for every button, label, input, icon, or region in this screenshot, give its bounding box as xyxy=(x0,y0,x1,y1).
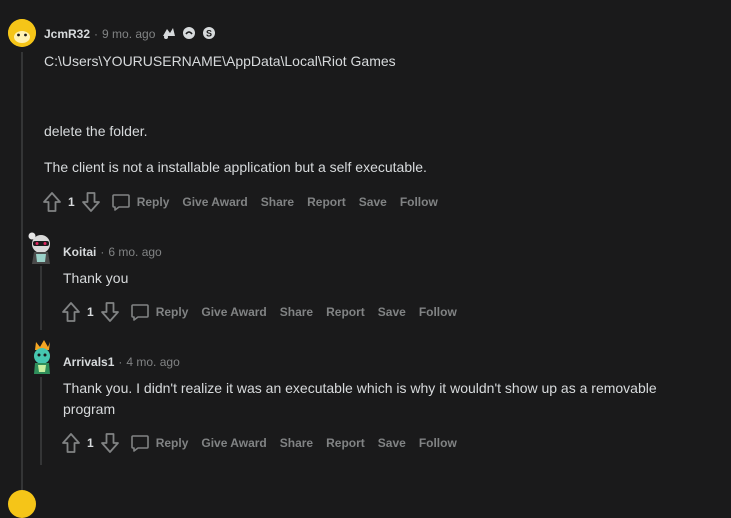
give-award-button[interactable]: Give Award xyxy=(182,195,247,209)
share-button[interactable]: Share xyxy=(280,436,313,450)
follow-button[interactable]: Follow xyxy=(419,305,457,319)
comment-paragraph: Thank you xyxy=(63,270,129,286)
snoo-avatar-icon xyxy=(34,340,50,374)
reply-button[interactable]: Reply xyxy=(130,433,189,453)
timestamp[interactable]: 9 mo. ago xyxy=(102,27,155,41)
take-my-energy-award-icon[interactable] xyxy=(182,26,196,43)
report-button[interactable]: Report xyxy=(326,305,365,319)
thread-line-comment-1[interactable] xyxy=(21,52,23,496)
avatar[interactable] xyxy=(26,230,56,266)
save-button[interactable]: Save xyxy=(359,195,387,209)
comment-actions: 1 Reply Give Award Share Report Save Fol… xyxy=(42,191,451,213)
username[interactable]: Arrivals1 xyxy=(63,355,114,369)
reply-button[interactable]: Reply xyxy=(130,302,189,322)
save-button[interactable]: Save xyxy=(378,305,406,319)
svg-text:S: S xyxy=(206,28,212,38)
upvote-arrow-icon[interactable] xyxy=(61,301,81,323)
vote-score: 1 xyxy=(68,195,75,209)
vote-score: 1 xyxy=(87,305,94,319)
reply-label: Reply xyxy=(155,305,189,319)
comment-paragraph: The client is not a installable applicat… xyxy=(44,159,427,175)
snoo-avatar-icon xyxy=(8,19,36,47)
timestamp[interactable]: 4 mo. ago xyxy=(126,355,179,369)
comment-actions: 1 Reply Give Award Share Report Save Fol… xyxy=(61,301,470,323)
vote-score: 1 xyxy=(87,436,94,450)
avatar[interactable] xyxy=(8,490,36,518)
reply-button[interactable]: Reply xyxy=(111,192,170,212)
follow-button[interactable]: Follow xyxy=(419,436,457,450)
comment-meta: Arrivals1 · 4 mo. ago xyxy=(63,354,180,370)
avatar[interactable] xyxy=(8,19,36,47)
upvote-arrow-icon[interactable] xyxy=(61,432,81,454)
vote-controls: 1 xyxy=(61,301,120,323)
vote-controls: 1 xyxy=(61,432,120,454)
report-button[interactable]: Report xyxy=(307,195,346,209)
follow-button[interactable]: Follow xyxy=(400,195,438,209)
comment-meta: JcmR32 · 9 mo. ago S xyxy=(44,26,216,42)
separator: · xyxy=(100,245,105,259)
avatar[interactable] xyxy=(28,338,56,376)
username[interactable]: Koitai xyxy=(63,245,96,259)
comment-bubble-icon xyxy=(111,192,131,212)
vote-controls: 1 xyxy=(42,191,101,213)
share-button[interactable]: Share xyxy=(280,305,313,319)
wholesome-award-icon[interactable] xyxy=(161,26,177,43)
save-button[interactable]: Save xyxy=(378,436,406,450)
upvote-arrow-icon[interactable] xyxy=(42,191,62,213)
comment-bubble-icon xyxy=(130,302,150,322)
comment-meta: Koitai · 6 mo. ago xyxy=(63,244,162,260)
reply-label: Reply xyxy=(136,195,170,209)
give-award-button[interactable]: Give Award xyxy=(201,305,266,319)
silver-award-icon[interactable]: S xyxy=(202,26,216,43)
downvote-arrow-icon[interactable] xyxy=(100,432,120,454)
downvote-arrow-icon[interactable] xyxy=(100,301,120,323)
separator: · xyxy=(94,27,99,41)
share-button[interactable]: Share xyxy=(261,195,294,209)
give-award-button[interactable]: Give Award xyxy=(201,436,266,450)
comment-actions: 1 Reply Give Award Share Report Save Fol… xyxy=(61,432,470,454)
comment-paragraph: C:\Users\YOURUSERNAME\AppData\Local\Riot… xyxy=(44,53,396,69)
report-button[interactable]: Report xyxy=(326,436,365,450)
username[interactable]: JcmR32 xyxy=(44,27,90,41)
snoo-avatar-icon xyxy=(28,232,50,264)
downvote-arrow-icon[interactable] xyxy=(81,191,101,213)
thread-line-reply-2[interactable] xyxy=(40,377,42,465)
comment-paragraph: delete the folder. xyxy=(44,123,148,139)
thread-line-reply-1[interactable] xyxy=(40,266,42,330)
comment-paragraph: Thank you. I didn't realize it was an ex… xyxy=(63,380,657,417)
separator: · xyxy=(118,355,123,369)
reply-label: Reply xyxy=(155,436,189,450)
timestamp[interactable]: 6 mo. ago xyxy=(108,245,161,259)
comment-bubble-icon xyxy=(130,433,150,453)
